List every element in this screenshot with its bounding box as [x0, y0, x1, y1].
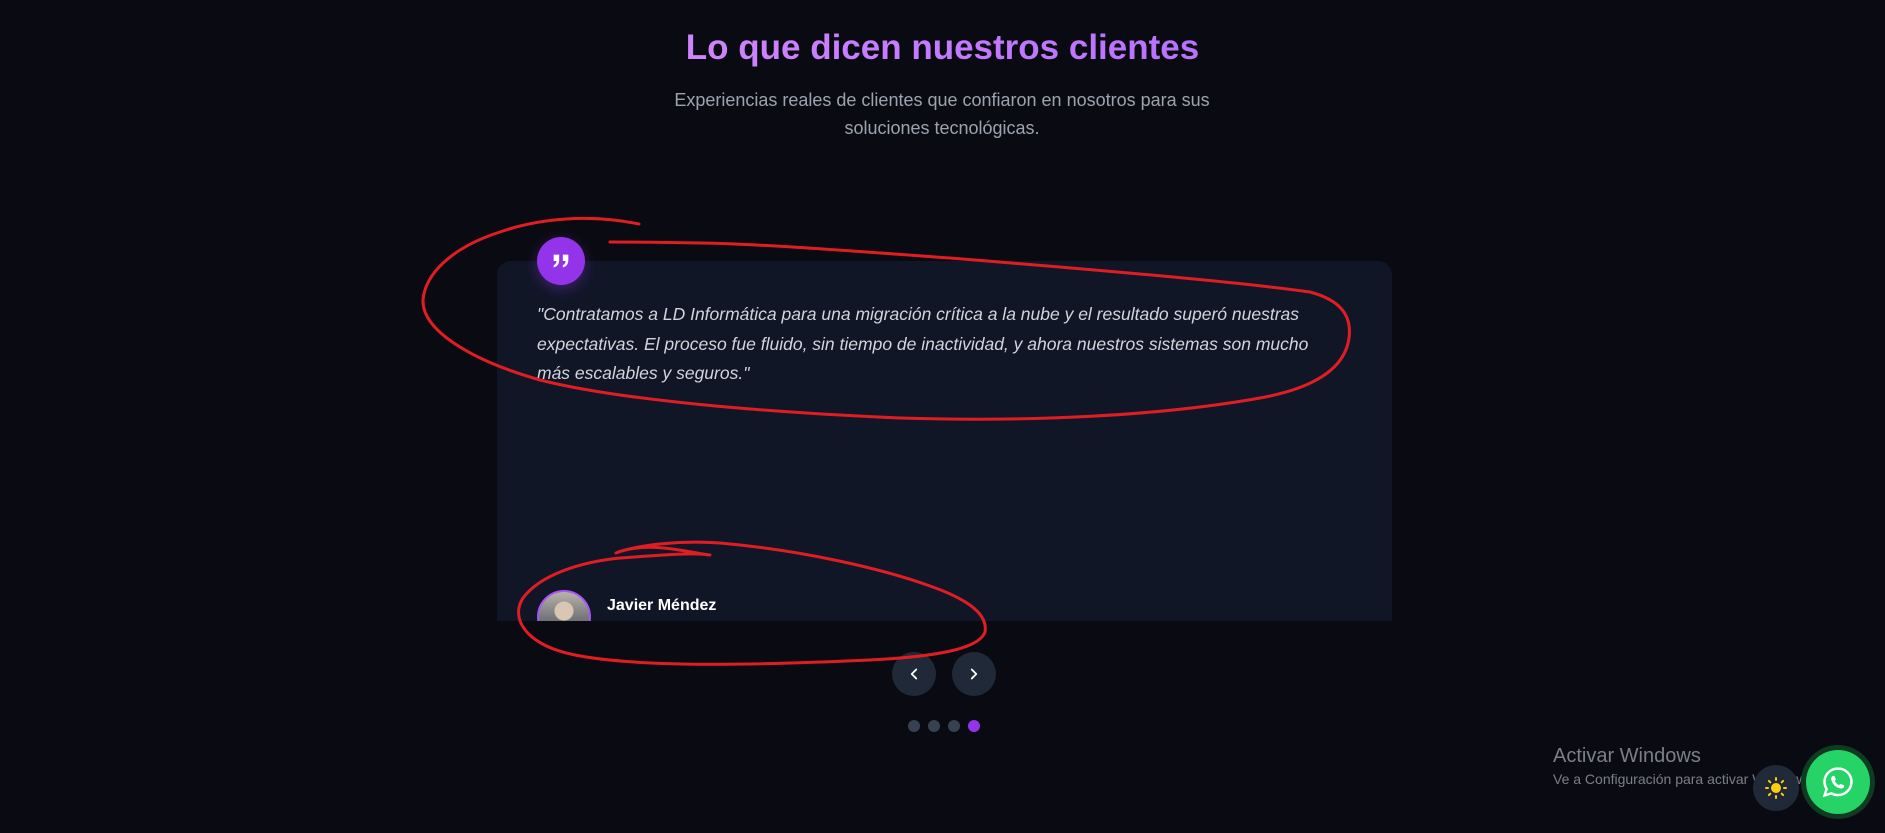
testimonial-quote: "Contratamos a LD Informática para una m…: [537, 304, 1309, 383]
whatsapp-button[interactable]: [1801, 745, 1875, 819]
testimonials-page: Lo que dicen nuestros clientes Experienc…: [0, 0, 1885, 833]
card-clip-area: [480, 621, 1420, 681]
carousel-dot-3[interactable]: [948, 720, 960, 732]
chevron-left-icon: [910, 668, 918, 680]
whatsapp-icon: [1822, 767, 1853, 798]
carousel-dot-4[interactable]: [968, 720, 980, 732]
author-name: Javier Méndez: [607, 597, 717, 614]
carousel-dots: [908, 720, 980, 732]
whatsapp-button-inner[interactable]: [1806, 750, 1870, 814]
carousel-dot-1[interactable]: [908, 720, 920, 732]
chevron-right-icon: [970, 668, 978, 680]
sun-icon: [1765, 777, 1787, 799]
prev-button[interactable]: [892, 652, 936, 696]
theme-toggle-button[interactable]: [1753, 765, 1799, 811]
section-title: Lo que dicen nuestros clientes: [0, 28, 1885, 68]
quote-icon: [537, 237, 585, 285]
carousel-dot-2[interactable]: [928, 720, 940, 732]
section-subtitle: Experiencias reales de clientes que conf…: [674, 90, 1210, 138]
next-button[interactable]: [952, 652, 996, 696]
